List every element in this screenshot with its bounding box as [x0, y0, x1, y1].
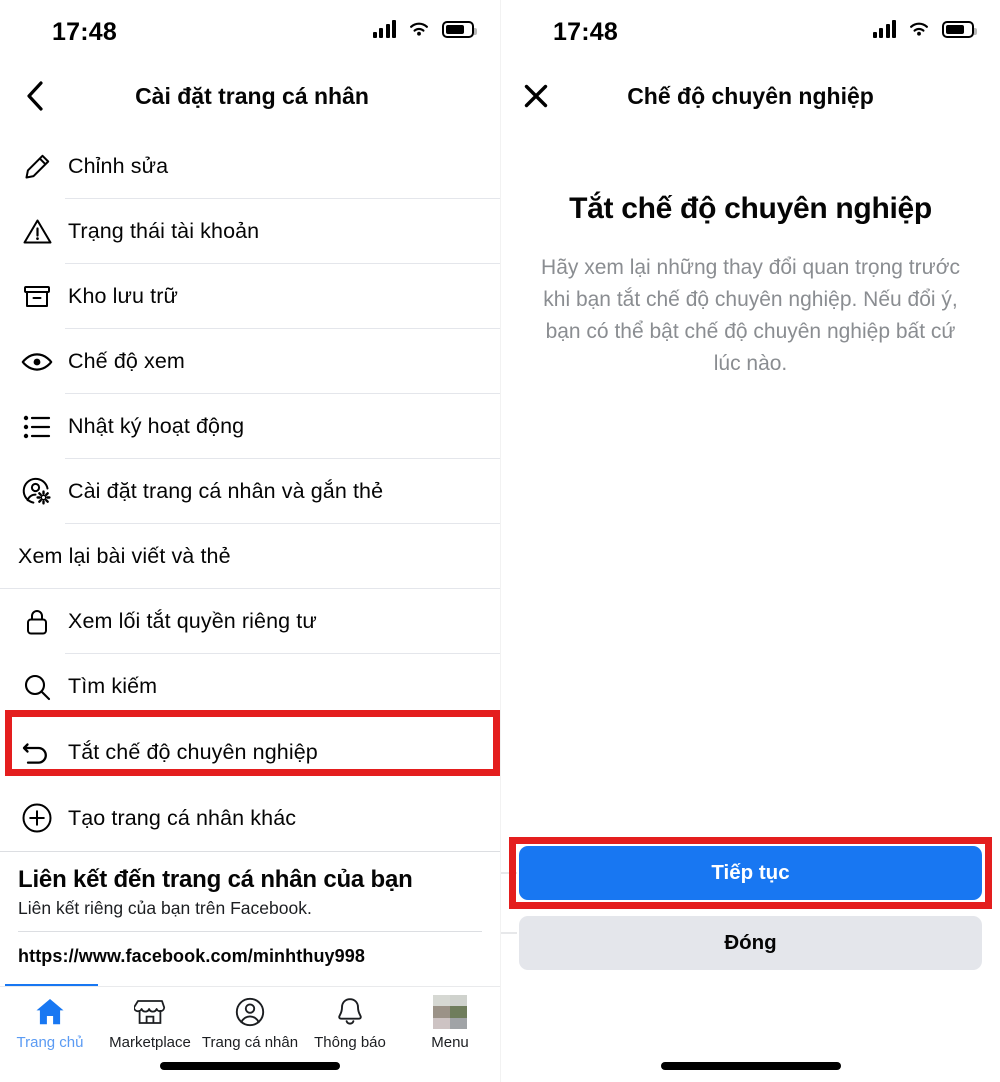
cta-button-group: Tiếp tục Đóng: [501, 837, 1000, 970]
list-item-tim-kiem[interactable]: Tìm kiếm: [0, 654, 500, 719]
edge-artifact: [501, 872, 517, 874]
home-indicator: [660, 1062, 841, 1070]
list-item-kho-luu-tru[interactable]: Kho lưu trữ: [0, 264, 500, 329]
tab-label: Trang cá nhân: [201, 1034, 299, 1051]
tab-label: Menu: [431, 1034, 469, 1051]
right-nav-bar: Chế độ chuyên nghiệp: [501, 62, 1000, 130]
undo-arrow-icon: [18, 733, 56, 771]
list-item-cai-dat-trang-ca-nhan-va-gan-the[interactable]: Cài đặt trang cá nhân và gắn thẻ: [0, 459, 500, 524]
profile-icon: [234, 995, 266, 1029]
chevron-left-icon[interactable]: [18, 79, 52, 113]
tab-trang-chu[interactable]: Trang chủ: [0, 995, 100, 1051]
page-title: Cài đặt trang cá nhân: [135, 82, 369, 109]
status-icons: [372, 20, 477, 38]
list-item-label: Xem lối tắt quyền riêng tư: [68, 609, 317, 633]
dialog-body-text: Hãy xem lại những thay đổi quan trọng tr…: [541, 256, 960, 375]
wifi-icon: [410, 22, 428, 36]
list-item-xem-loi-tat-quyen-rieng-tu[interactable]: Xem lối tắt quyền riêng tư: [0, 589, 500, 654]
list-item-chinh-sua[interactable]: Chỉnh sửa: [0, 134, 500, 199]
list-item-tao-trang-ca-nhan-khac[interactable]: Tạo trang cá nhân khác: [0, 785, 500, 851]
wifi-icon: [910, 22, 928, 36]
link-section-subtitle: Liên kết riêng của bạn trên Facebook.: [18, 898, 312, 918]
close-button[interactable]: Đóng: [519, 916, 982, 970]
list-item-label: Nhật ký hoạt động: [68, 414, 245, 438]
battery-icon: [442, 21, 477, 38]
list-item-label: Tạo trang cá nhân khác: [68, 805, 297, 830]
tab-menu[interactable]: Menu: [400, 995, 500, 1051]
list-item-xem-lai-bai-viet-va-the[interactable]: Xem lại bài viết và thẻ: [0, 524, 500, 589]
left-nav-bar: Cài đặt trang cá nhân: [0, 62, 500, 130]
page-title: Chế độ chuyên nghiệp: [627, 82, 874, 109]
tab-label: Marketplace: [109, 1034, 191, 1051]
warning-triangle-icon: [18, 213, 56, 251]
tab-thong-bao[interactable]: Thông báo: [300, 995, 400, 1051]
avatar: [433, 995, 467, 1029]
left-phone-screen: 17:48 Cài đặt trang cá nhân Chỉnh sửa Tr…: [0, 0, 500, 1082]
list-item-label: Cài đặt trang cá nhân và gắn thẻ: [68, 479, 384, 503]
profile-link-section: Liên kết đến trang cá nhân của bạn Liên …: [0, 852, 500, 967]
list-item-nhat-ky-hoat-dong[interactable]: Nhật ký hoạt động: [0, 394, 500, 459]
status-bar-right: 17:48: [501, 0, 1000, 62]
link-section-title: Liên kết đến trang cá nhân của bạn: [18, 866, 413, 893]
pencil-icon: [18, 148, 56, 186]
marketplace-icon: [134, 995, 166, 1029]
avatar-menu-icon: [433, 995, 467, 1029]
bell-icon: [335, 995, 365, 1029]
cellular-signal-icon: [372, 20, 396, 38]
list-item-label: Tìm kiếm: [68, 674, 158, 698]
status-time: 17:48: [553, 18, 618, 46]
continue-button[interactable]: Tiếp tục: [519, 846, 982, 900]
home-icon: [34, 995, 66, 1029]
close-x-icon[interactable]: [519, 79, 553, 113]
status-time: 17:48: [52, 18, 117, 46]
dual-screenshot: 17:48 Cài đặt trang cá nhân Chỉnh sửa Tr…: [0, 0, 1000, 1082]
list-item-label: Kho lưu trữ: [68, 284, 178, 308]
dialog-heading: Tắt chế độ chuyên nghiệp: [569, 192, 932, 225]
status-icons: [872, 20, 977, 38]
search-icon: [18, 668, 56, 706]
settings-list: Chỉnh sửa Trạng thái tài khoản Kho lưu t…: [0, 130, 500, 851]
battery-icon: [942, 21, 977, 38]
list-item-label: Tắt chế độ chuyên nghiệp: [68, 739, 318, 764]
tab-marketplace[interactable]: Marketplace: [100, 995, 200, 1051]
profile-gear-icon: [18, 473, 56, 511]
list-item-tat-che-do-chuyen-nghiep[interactable]: Tắt chế độ chuyên nghiệp: [0, 710, 500, 785]
tab-label: Thông báo: [314, 1034, 386, 1051]
list-item-label: Trạng thái tài khoản: [68, 219, 260, 243]
list-item-trang-thai-tai-khoan[interactable]: Trạng thái tài khoản: [0, 199, 500, 264]
list-item-che-do-xem[interactable]: Chế độ xem: [0, 329, 500, 394]
profile-url[interactable]: https://www.facebook.com/minhthuy998: [18, 932, 482, 967]
right-phone-screen: 17:48 Chế độ chuyên nghiệp Tắt chế độ ch…: [500, 0, 1000, 1082]
edge-artifact: [501, 932, 517, 934]
status-bar-left: 17:48: [0, 0, 500, 62]
tab-trang-ca-nhan[interactable]: Trang cá nhân: [200, 995, 300, 1051]
plus-circle-icon: [18, 799, 56, 837]
cellular-signal-icon: [872, 20, 896, 38]
tab-label: Trang chủ: [16, 1034, 84, 1051]
archive-box-icon: [18, 278, 56, 316]
home-indicator: [160, 1062, 340, 1070]
list-item-label: Chỉnh sửa: [68, 154, 169, 178]
eye-icon: [18, 343, 56, 381]
list-item-label: Xem lại bài viết và thẻ: [18, 544, 231, 568]
lock-icon: [18, 603, 56, 641]
list-item-label: Chế độ xem: [68, 349, 185, 373]
list-icon: [18, 408, 56, 446]
